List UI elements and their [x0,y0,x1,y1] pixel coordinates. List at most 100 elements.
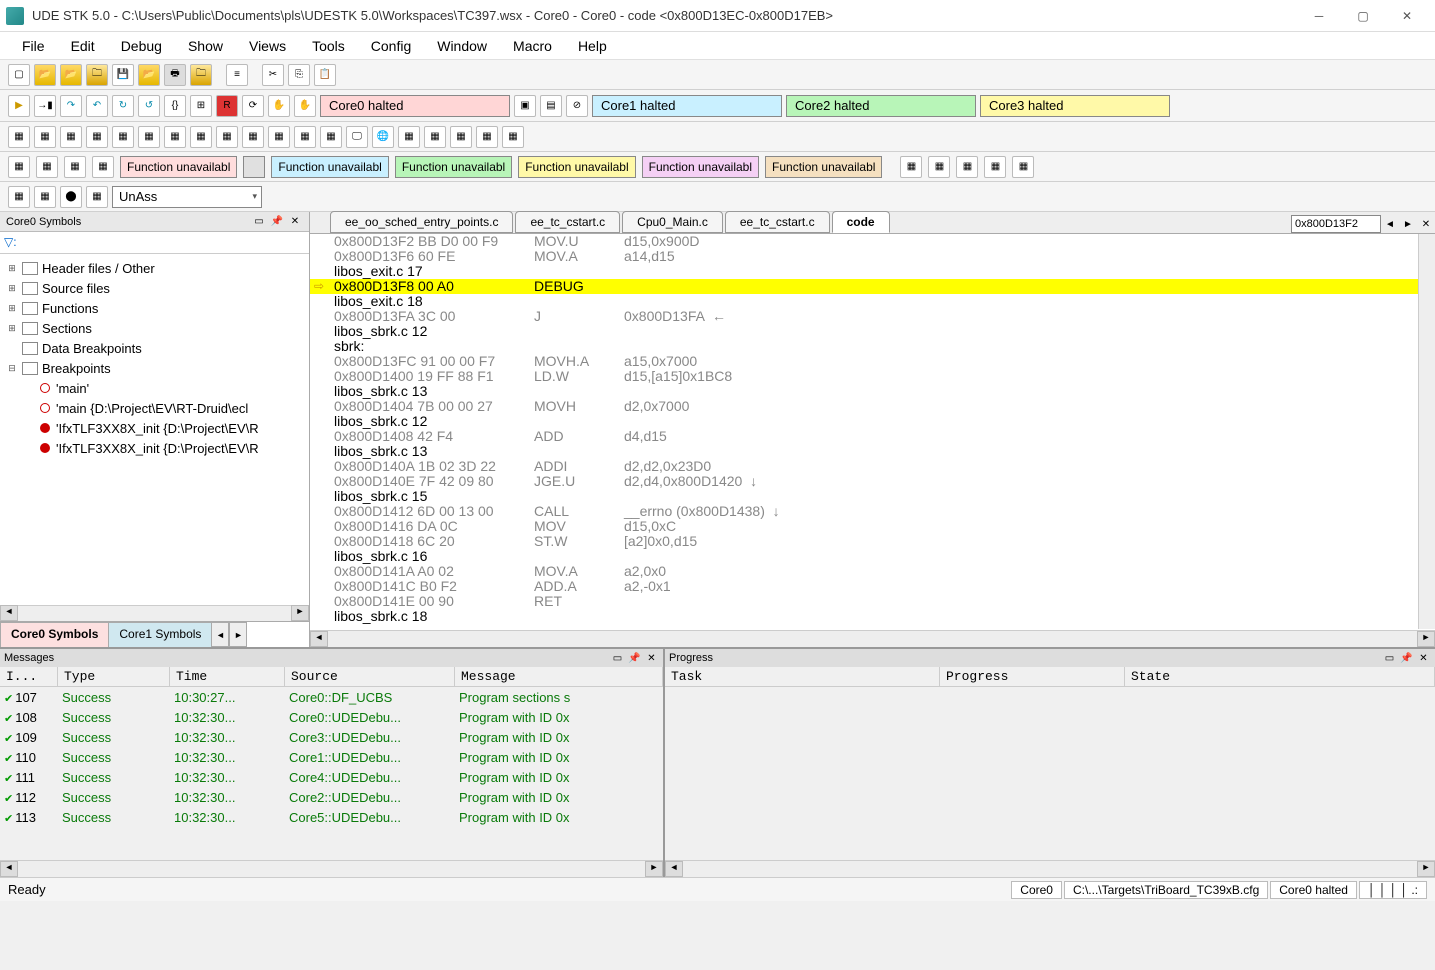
progress-hscroll[interactable]: ◄► [665,860,1435,877]
code-line[interactable]: 0x800D140A 1B 02 3D 22 ADDI d2,d2,0x23D0 [310,459,1435,474]
view19-icon[interactable]: ▦ [476,126,498,148]
core3-status[interactable]: Core3 halted [980,95,1170,117]
message-row[interactable]: ✔112Success10:32:30...Core2::UDEDebu...P… [0,787,663,807]
menu-tools[interactable]: Tools [300,34,357,58]
msgs-pin-icon[interactable]: 📌 [627,651,642,666]
menu-edit[interactable]: Edit [59,34,107,58]
extra5-icon[interactable]: ▦ [1012,156,1034,178]
menu-window[interactable]: Window [425,34,499,58]
run-icon[interactable]: ▶ [8,95,30,117]
tab-core1-symbols[interactable]: Core1 Symbols [108,622,212,647]
message-row[interactable]: ✔107Success10:30:27...Core0::DF_UCBSProg… [0,687,663,707]
print-icon[interactable]: 🖶 [164,64,186,86]
open-icon[interactable]: 📂 [34,64,56,86]
prog-close-icon[interactable]: ✕ [1416,651,1431,666]
code-line[interactable]: 0x800D13F6 60 FE MOV.A a14,d15 [310,249,1435,264]
view2-icon[interactable]: ▦ [34,126,56,148]
paste-icon[interactable]: 📋 [314,64,336,86]
prog-window-icon[interactable]: ▭ [1382,651,1397,666]
func-core0[interactable]: Function unavailabl [120,156,237,178]
code-tab-3[interactable]: ee_tc_cstart.c [725,211,830,233]
view13-icon[interactable]: ▦ [320,126,342,148]
code-close-icon[interactable]: ✕ [1417,215,1435,233]
menu-help[interactable]: Help [566,34,619,58]
func-core1[interactable]: Function unavailabl [271,156,388,178]
code-line[interactable]: 0x800D13FA 3C 00 J 0x800D13FA ← [310,309,1435,324]
view18-icon[interactable]: ▦ [450,126,472,148]
code-line[interactable]: 0x800D141E 00 90 RET [310,594,1435,609]
func-opt2-icon[interactable]: ▦ [36,156,58,178]
tree-node[interactable]: ⊞Functions [0,298,309,318]
pane-window-icon[interactable]: ▭ [251,214,267,230]
disasm4-icon[interactable]: ▦ [86,186,108,208]
col-state[interactable]: State [1125,667,1435,686]
maximize-button[interactable]: ▢ [1341,2,1385,30]
tab-core0-symbols[interactable]: Core0 Symbols [0,622,109,647]
disasm3-icon[interactable]: ⬤ [60,186,82,208]
symbols-tree[interactable]: ⊞Header files / Other⊞Source files⊞Funct… [0,254,309,605]
message-row[interactable]: ✔110Success10:32:30...Core1::UDEDebu...P… [0,747,663,767]
list-icon[interactable]: ≡ [226,64,248,86]
breakpoint-item[interactable]: 'IfxTLF3XX8X_init {D:\Project\EV\R [0,418,309,438]
message-row[interactable]: ✔108Success10:32:30...Core0::UDEDebu...P… [0,707,663,727]
code-line[interactable]: 0x800D141A A0 02 MOV.A a2,0x0 [310,564,1435,579]
message-row[interactable]: ✔109Success10:32:30...Core3::UDEDebu...P… [0,727,663,747]
pane-pin-icon[interactable]: 📌 [269,214,285,230]
tree-node[interactable]: ⊞Sections [0,318,309,338]
code-line[interactable]: sbrk: [310,339,1435,354]
tab-prev-icon[interactable]: ◄ [211,622,229,647]
view14-icon[interactable]: 🖵 [346,126,368,148]
core2-status[interactable]: Core2 halted [786,95,976,117]
col-source[interactable]: Source [285,667,455,686]
messages-hscroll[interactable]: ◄► [0,860,663,877]
hand-icon[interactable]: ✋ [268,95,290,117]
msgs-close-icon[interactable]: ✕ [644,651,659,666]
view20-icon[interactable]: ▦ [502,126,524,148]
view5-icon[interactable]: ▦ [112,126,134,148]
col-type[interactable]: Type [58,667,170,686]
view3-icon[interactable]: ▦ [60,126,82,148]
code-line[interactable]: libos_sbrk.c 16 [310,549,1435,564]
code-line[interactable]: 0x800D1412 6D 00 13 00 CALL __errno (0x8… [310,504,1435,519]
menu-file[interactable]: File [10,34,57,58]
code-line[interactable]: libos_sbrk.c 12 [310,414,1435,429]
messages-body[interactable]: ✔107Success10:30:27...Core0::DF_UCBSProg… [0,687,663,860]
msgs-window-icon[interactable]: ▭ [610,651,625,666]
asm-step-icon[interactable]: ⊞ [190,95,212,117]
code-line[interactable]: 0x800D13F8 00 A0 DEBUG [310,279,1435,294]
breakpoint-item[interactable]: 'IfxTLF3XX8X_init {D:\Project\EV\R [0,438,309,458]
code-line[interactable]: 0x800D13FC 91 00 00 F7 MOVH.A a15,0x7000 [310,354,1435,369]
tree-hscroll[interactable]: ◄► [0,605,309,621]
code-tab-0[interactable]: ee_oo_sched_entry_points.c [330,211,513,233]
core0-opt3-icon[interactable]: ⊘ [566,95,588,117]
extra4-icon[interactable]: ▦ [984,156,1006,178]
func-opt3-icon[interactable]: ▦ [64,156,86,178]
view12-icon[interactable]: ▦ [294,126,316,148]
view10-icon[interactable]: ▦ [242,126,264,148]
view1-icon[interactable]: ▦ [8,126,30,148]
func-core2[interactable]: Function unavailabl [395,156,512,178]
menu-config[interactable]: Config [359,34,423,58]
extra1-icon[interactable]: ▦ [900,156,922,178]
tree-node[interactable]: ⊟Breakpoints [0,358,309,378]
message-row[interactable]: ✔111Success10:32:30...Core4::UDEDebu...P… [0,767,663,787]
view4-icon[interactable]: ▦ [86,126,108,148]
code-line[interactable]: 0x800D1404 7B 00 00 27 MOVH d2,0x7000 [310,399,1435,414]
open-workspace-icon[interactable]: 📂 [60,64,82,86]
save-icon[interactable]: 💾 [112,64,134,86]
tab-next-icon[interactable]: ► [229,622,247,647]
core0-opt1-icon[interactable]: ▣ [514,95,536,117]
view11-icon[interactable]: ▦ [268,126,290,148]
folder-icon[interactable]: 🗀 [86,64,108,86]
func-opt1-icon[interactable]: ▦ [8,156,30,178]
history-icon[interactable]: 🗀 [190,64,212,86]
menu-views[interactable]: Views [237,34,298,58]
col-time[interactable]: Time [170,667,285,686]
code-line[interactable]: libos_sbrk.c 18 [310,609,1435,624]
view7-icon[interactable]: ▦ [164,126,186,148]
extra3-icon[interactable]: ▦ [956,156,978,178]
disasm-mode-combo[interactable]: UnAss [112,186,262,208]
code-line[interactable]: 0x800D140E 7F 42 09 80 JGE.U d2,d4,0x800… [310,474,1435,489]
code-line[interactable]: 0x800D141C B0 F2 ADD.A a2,-0x1 [310,579,1435,594]
step-out-icon[interactable]: ↻ [112,95,134,117]
